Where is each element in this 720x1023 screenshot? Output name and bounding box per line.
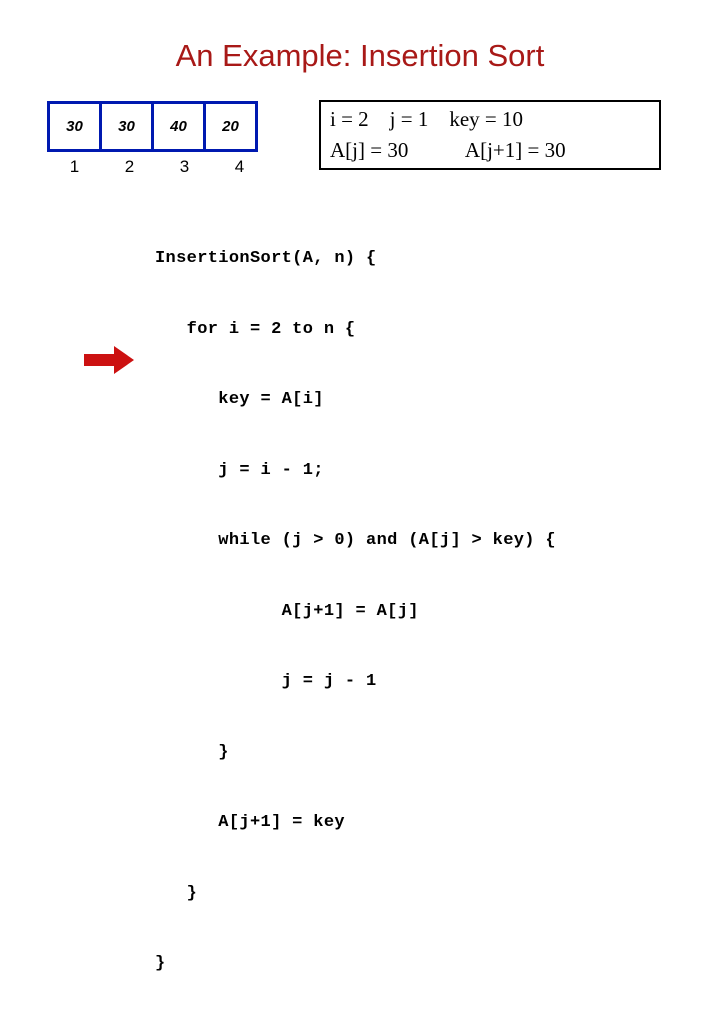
slide-canvas: An Example: Insertion Sort 30 30 40 20 1… <box>0 0 720 973</box>
array-index-2: 2 <box>124 157 135 176</box>
code-line-11: } <box>155 954 166 973</box>
code-line-9: A[j+1] = key <box>155 813 345 832</box>
array-index-4: 4 <box>234 157 245 176</box>
code-line-1: InsertionSort(A, n) { <box>155 249 377 268</box>
array-table: 30 30 40 20 <box>47 101 258 152</box>
array-cell-4: 20 <box>203 101 258 152</box>
pseudocode-block: InsertionSort(A, n) { for i = 2 to n { k… <box>155 200 556 1023</box>
array-cell-3: 40 <box>151 101 206 152</box>
array-cell-1: 30 <box>47 101 102 152</box>
code-line-8: } <box>155 742 229 762</box>
array-index-1: 1 <box>69 157 80 176</box>
code-line-10: } <box>155 883 198 903</box>
code-line-5: while (j > 0) and (A[j] > key) { <box>155 531 556 550</box>
state-line-1: i = 2 j = 1 key = 10 <box>330 107 524 131</box>
code-line-3: key = A[i] <box>155 390 324 409</box>
array-cell-2: 30 <box>99 101 154 152</box>
page-title: An Example: Insertion Sort <box>175 38 545 73</box>
array-index-3: 3 <box>179 157 190 176</box>
table-row: 30 30 40 20 <box>47 101 258 152</box>
code-line-2: for i = 2 to n { <box>155 319 356 339</box>
code-line-6: A[j+1] = A[j] <box>155 601 419 621</box>
code-line-4: j = i - 1; <box>155 460 324 480</box>
variable-state-box: i = 2 j = 1 key = 10 A[j] = 30 A[j+1] = … <box>319 100 661 170</box>
array-index-row: 1 2 3 4 <box>47 156 267 178</box>
array-visualization: 30 30 40 20 1 2 3 4 <box>47 101 267 178</box>
state-line-2: A[j] = 30 A[j+1] = 30 <box>330 138 566 162</box>
right-arrow-icon <box>84 346 134 374</box>
code-line-7: j = j - 1 <box>155 672 377 691</box>
